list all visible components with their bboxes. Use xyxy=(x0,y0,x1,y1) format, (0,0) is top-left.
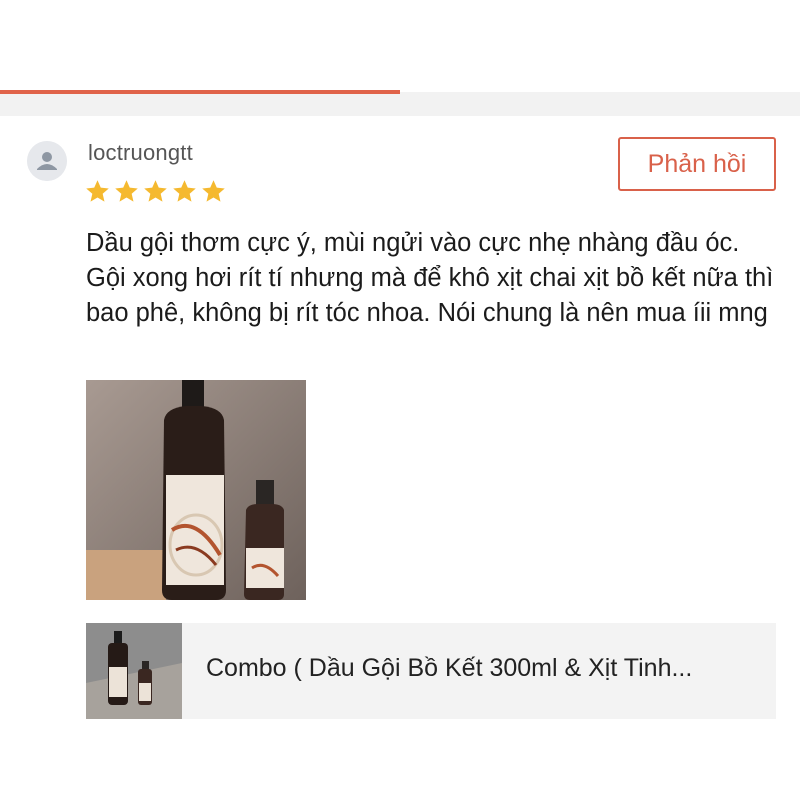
tab-bar-track xyxy=(0,92,800,116)
product-photo-image xyxy=(86,380,306,600)
review-photo[interactable] xyxy=(86,380,306,600)
product-name: Combo ( Dầu Gội Bồ Kết 300ml & Xịt Tinh.… xyxy=(206,654,693,682)
star-icon xyxy=(144,180,167,202)
product-thumbnail-image xyxy=(86,623,182,719)
user-icon xyxy=(27,141,67,181)
rating-stars xyxy=(84,178,227,205)
user-avatar[interactable] xyxy=(27,141,67,181)
review-text: Dầu gội thơm cực ý, mùi ngửi vào cực nhẹ… xyxy=(86,229,774,327)
tab-active-indicator xyxy=(0,90,400,94)
star-icon xyxy=(202,180,225,202)
star-icon xyxy=(86,180,109,202)
product-link-card[interactable]: Combo ( Dầu Gội Bồ Kết 300ml & Xịt Tinh.… xyxy=(86,623,776,719)
reviewer-username[interactable]: loctruongtt xyxy=(88,140,193,166)
product-thumbnail xyxy=(86,623,182,719)
reply-button[interactable]: Phản hồi xyxy=(618,137,776,191)
star-icon xyxy=(115,180,138,202)
star-icon xyxy=(173,180,196,202)
